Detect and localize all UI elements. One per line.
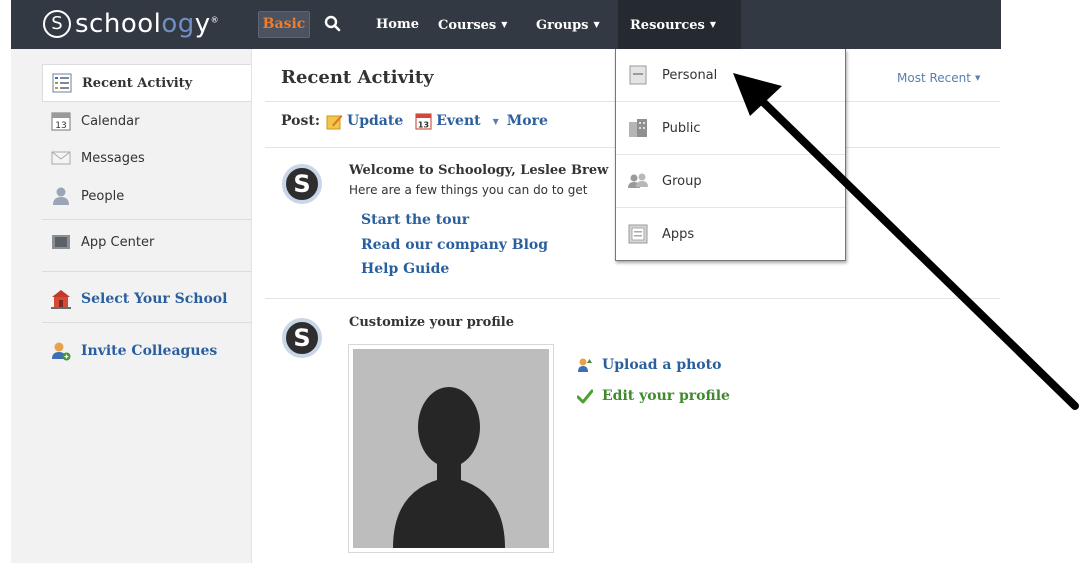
sidebar-divider [42,322,251,323]
customize-profile-title: Customize your profile [349,315,514,330]
public-icon [629,119,647,137]
welcome-title: Welcome to Schoology, Leslee Brew [349,163,609,178]
chevron-down-icon: ▼ [974,74,981,82]
schoology-logo[interactable]: S schoology® [43,6,219,42]
start-tour-link[interactable]: Start the tour [361,212,469,228]
upload-photo-icon [578,358,592,372]
left-sidebar: Recent Activity 13 Calendar Messages Peo… [11,49,252,563]
menu-item-label: Apps [662,226,695,242]
top-nav-bar: S schoology® Basic Home Courses ▼ Groups ▼… [11,0,1001,49]
nav-resources[interactable]: Resources ▼ [618,0,741,49]
person-icon [53,187,69,205]
envelope-icon [51,151,71,165]
chevron-down-icon: ▼ [501,19,508,29]
sidebar-item-label: People [81,188,125,204]
calendar-icon: 13 [415,113,432,129]
sidebar-item-calendar[interactable]: 13 Calendar [11,102,251,140]
sidebar-item-app-center[interactable]: App Center [11,223,251,261]
help-guide-link[interactable]: Help Guide [361,261,449,277]
schoology-avatar: S [282,318,322,358]
upload-photo-link[interactable]: Upload a photo [577,357,721,373]
menu-item-personal[interactable]: Personal [616,49,845,101]
school-icon [51,290,71,309]
page-title: Recent Activity [281,67,434,88]
company-blog-link[interactable]: Read our company Blog [361,237,548,253]
logo-word-b: og [161,9,195,39]
sidebar-item-label: App Center [81,234,155,250]
sidebar-item-label: Messages [81,150,145,166]
post-more-label: More [506,113,548,129]
sidebar-item-label: Select Your School [81,291,228,307]
invite-icon [52,342,71,361]
logo-mark: S [43,10,71,38]
post-more-button[interactable]: ▼ More [493,113,548,129]
schoology-avatar: S [282,164,322,204]
menu-item-apps[interactable]: Apps [616,208,845,260]
menu-item-group[interactable]: Group [616,155,845,207]
logo-registered: ® [210,15,220,25]
nav-groups[interactable]: Groups ▼ [536,0,600,49]
sidebar-item-label: Invite Colleagues [81,343,218,359]
edit-profile-link[interactable]: Edit your profile [577,388,730,404]
sidebar-item-recent-activity[interactable]: Recent Activity [42,64,251,102]
welcome-subtitle: Here are a few things you can do to get [349,183,588,197]
apps-icon [628,224,648,244]
sidebar-divider [42,271,251,272]
menu-item-public[interactable]: Public [616,102,845,154]
divider [265,298,1000,299]
sidebar-item-label: Calendar [81,113,140,129]
profile-photo-placeholder[interactable] [348,344,554,553]
logo-word-a: school [75,9,162,39]
edit-profile-label: Edit your profile [602,388,730,404]
group-icon [628,173,648,188]
nav-resources-label: Resources [630,18,705,33]
post-event-label: Event [436,113,481,129]
chevron-down-icon: ▼ [593,19,600,29]
nav-home[interactable]: Home [376,0,419,49]
basic-mode-button[interactable]: Basic [258,11,310,38]
menu-item-label: Personal [662,67,718,83]
post-update-button[interactable]: Update [326,113,403,130]
post-event-button[interactable]: 13 Event [415,113,481,130]
app-center-icon [52,235,70,249]
search-icon [324,15,341,32]
chevron-down-icon: ▼ [709,19,717,29]
upload-photo-label: Upload a photo [602,357,722,373]
post-update-label: Update [347,113,404,129]
sidebar-item-select-school[interactable]: Select Your School [11,280,251,318]
post-bar: Post: Update 13 Event ▼ More [281,111,560,131]
nav-home-label: Home [376,17,419,32]
checkmark-icon [577,389,593,404]
nav-courses-label: Courses [438,18,497,33]
personal-icon [629,65,647,85]
nav-groups-label: Groups [536,18,589,33]
sidebar-item-people[interactable]: People [11,177,251,215]
event-day: 13 [418,120,429,129]
sort-dropdown[interactable]: Most Recent ▼ [897,71,980,85]
sidebar-divider [42,219,251,220]
sidebar-item-messages[interactable]: Messages [11,139,251,177]
sidebar-item-label: Recent Activity [82,75,193,91]
calendar-icon: 13 [51,112,71,131]
pencil-note-icon [326,114,343,129]
schoology-app: S schoology® Basic Home Courses ▼ Groups ▼… [0,0,1080,563]
nav-courses[interactable]: Courses ▼ [438,0,507,49]
logo-word-c: y [194,9,211,39]
menu-item-label: Public [662,120,701,136]
recent-activity-icon [52,73,72,93]
silhouette-frame [353,349,549,548]
menu-item-label: Group [662,173,702,189]
chevron-down-icon: ▼ [492,116,499,126]
sidebar-item-invite-colleagues[interactable]: Invite Colleagues [11,332,251,370]
silhouette-icon [393,387,505,548]
post-label: Post: [281,113,321,129]
search-button[interactable] [320,11,346,37]
resources-dropdown-menu: Personal Public Group Apps [615,49,846,261]
sort-label: Most Recent [897,71,971,85]
calendar-day: 13 [55,121,66,131]
logo-wordmark: schoology® [75,9,219,39]
